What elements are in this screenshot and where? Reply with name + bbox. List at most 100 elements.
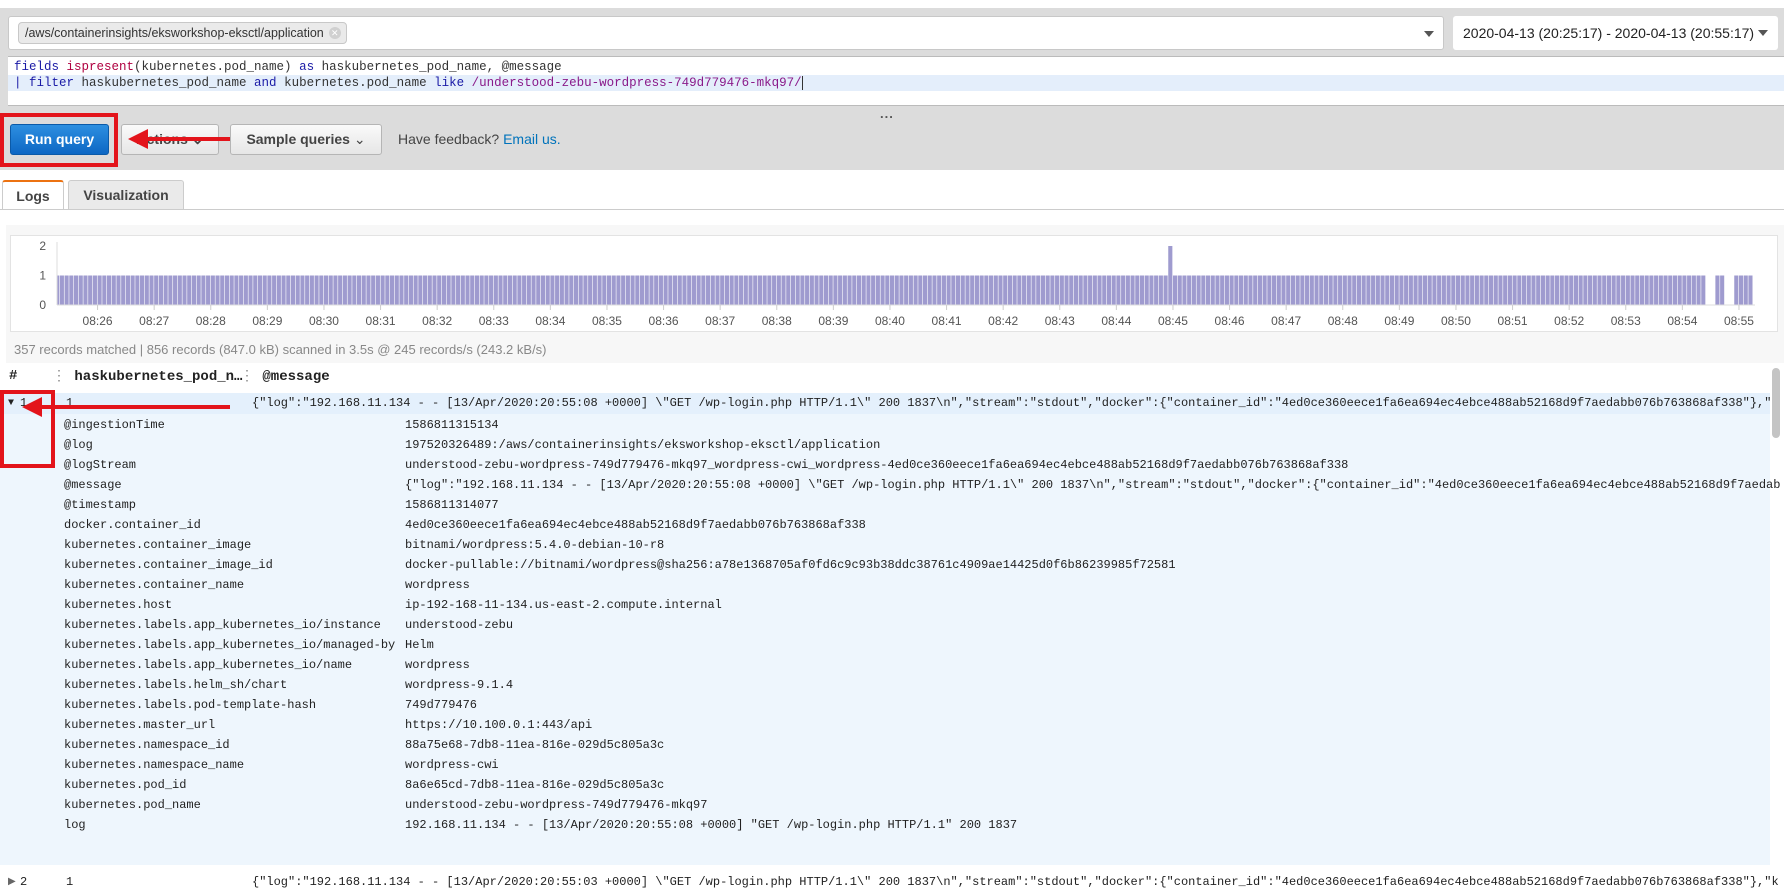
histogram-bar — [446, 275, 451, 305]
column-header-number: # — [9, 368, 18, 384]
sample-queries-button[interactable]: Sample queries ⌄ — [230, 124, 382, 155]
histogram-bar — [1224, 275, 1229, 305]
histogram-bar — [1168, 246, 1173, 305]
histogram-bar — [474, 275, 480, 305]
histogram-bar — [295, 275, 300, 305]
histogram-bar — [611, 275, 616, 305]
histogram-bar — [1154, 275, 1159, 305]
field-value: 1586811315134 — [405, 418, 499, 432]
histogram-bar — [1630, 275, 1635, 305]
field-key: @logStream — [64, 458, 137, 472]
histogram-bar — [564, 275, 569, 305]
histogram-bar — [1040, 275, 1046, 305]
row-haskubernetes-pod-name: 1 — [66, 875, 74, 889]
histogram-bar — [1333, 275, 1338, 305]
remove-log-group-icon[interactable]: ✕ — [328, 27, 341, 39]
x-tick-label: 08:29 — [252, 314, 282, 328]
field-value: ip-192-168-11-134.us-east-2.compute.inte… — [405, 598, 722, 612]
query-token: /understood-zebu-wordpress-749d779476-mk… — [471, 76, 802, 90]
tab-logs[interactable]: Logs — [2, 180, 64, 210]
field-key: kubernetes.container_image — [64, 538, 252, 552]
histogram-bar — [1375, 275, 1380, 305]
histogram-bar — [1677, 275, 1682, 305]
histogram-bar — [276, 275, 281, 305]
query-token: ispresent — [66, 60, 135, 74]
histogram-bar — [1045, 275, 1050, 305]
histogram-bar — [1404, 275, 1409, 305]
histogram-bar — [974, 275, 979, 305]
histogram-bar — [522, 275, 527, 305]
query-editor[interactable]: fields ispresent(kubernetes.pod_name) as… — [8, 56, 1784, 106]
log-group-selector[interactable]: /aws/containerinsights/eksworkshop-eksct… — [8, 16, 1444, 50]
histogram-bar — [588, 275, 593, 305]
histogram-bar — [1286, 275, 1291, 305]
x-tick-label: 08:47 — [1271, 314, 1301, 328]
histogram-bar — [1385, 275, 1390, 305]
histogram-bar — [998, 275, 1003, 305]
histogram-bar — [1205, 275, 1211, 305]
row-message: {"log":"192.168.11.134 - - [13/Apr/2020:… — [252, 875, 1779, 889]
scrollbar[interactable] — [1772, 368, 1780, 438]
query-token: kubernetes.pod_name — [276, 76, 435, 90]
histogram-bar — [922, 275, 928, 305]
histogram-bar — [1196, 275, 1201, 305]
histogram-bar — [1715, 275, 1720, 305]
histogram-bar — [1361, 275, 1366, 305]
histogram-bar — [1672, 275, 1678, 305]
histogram-bar — [1069, 275, 1074, 305]
histogram-bar — [828, 275, 833, 305]
x-tick-label: 08:55 — [1724, 314, 1754, 328]
histogram-bar — [1338, 275, 1343, 305]
x-tick-label: 08:43 — [1045, 314, 1075, 328]
histogram-bar — [1635, 275, 1640, 305]
histogram-bar — [347, 275, 352, 305]
chevron-down-icon[interactable] — [1424, 31, 1434, 37]
log-group-name: /aws/containerinsights/eksworkshop-eksct… — [25, 26, 324, 40]
histogram-bar — [64, 275, 69, 305]
histogram-bar — [427, 275, 432, 305]
histogram-bar — [1135, 275, 1140, 305]
histogram-bar — [1371, 275, 1376, 305]
tab-visualization[interactable]: Visualization — [68, 180, 184, 210]
histogram-bar — [1540, 275, 1545, 305]
x-tick-label: 08:32 — [422, 314, 452, 328]
histogram-bar — [286, 275, 291, 305]
field-key: kubernetes.labels.app_kubernetes_io/inst… — [64, 618, 381, 632]
histogram-bar — [1116, 275, 1121, 305]
histogram-bar — [861, 275, 866, 305]
histogram-bar — [1172, 275, 1178, 305]
x-tick-label: 08:34 — [535, 314, 565, 328]
histogram-bar — [1097, 275, 1102, 305]
histogram-bar — [1498, 275, 1503, 305]
histogram-bar — [1583, 275, 1588, 305]
histogram-bar — [578, 275, 583, 305]
histogram-bar — [1187, 275, 1192, 305]
histogram-bar — [1003, 275, 1008, 305]
field-value: wordpress-9.1.4 — [405, 678, 514, 692]
text-cursor: ​ — [801, 76, 803, 90]
histogram-bar — [706, 275, 711, 305]
histogram-bar — [1215, 275, 1220, 305]
histogram-bar — [1050, 275, 1055, 305]
column-header-message[interactable]: ⋮ @message — [240, 368, 330, 385]
x-tick-label: 08:53 — [1611, 314, 1641, 328]
x-tick-label: 08:49 — [1384, 314, 1414, 328]
time-range-picker[interactable]: 2020-04-13 (20:25:17) - 2020-04-13 (20:5… — [1453, 16, 1778, 50]
histogram-bar — [257, 275, 263, 305]
histogram-bar — [1602, 275, 1607, 305]
email-us-link[interactable]: Email us. — [503, 131, 561, 147]
expand-caret-icon[interactable]: ▶ — [8, 873, 16, 893]
histogram-bar — [894, 275, 899, 305]
histogram-bar — [1083, 275, 1088, 305]
histogram-bar — [432, 275, 437, 305]
histogram-bar — [1201, 275, 1206, 305]
x-tick-label: 08:42 — [988, 314, 1018, 328]
histogram-bar — [1734, 275, 1739, 305]
histogram-bar — [1121, 275, 1126, 305]
histogram-bar — [1668, 275, 1673, 305]
histogram-bar — [309, 275, 314, 305]
histogram-bar — [1022, 275, 1027, 305]
editor-resize-handle[interactable]: ... — [880, 106, 894, 121]
column-header-haskubernetes-pod-name[interactable]: ⋮ haskubernetes_pod_n… — [52, 368, 242, 385]
histogram-bar — [272, 275, 277, 305]
